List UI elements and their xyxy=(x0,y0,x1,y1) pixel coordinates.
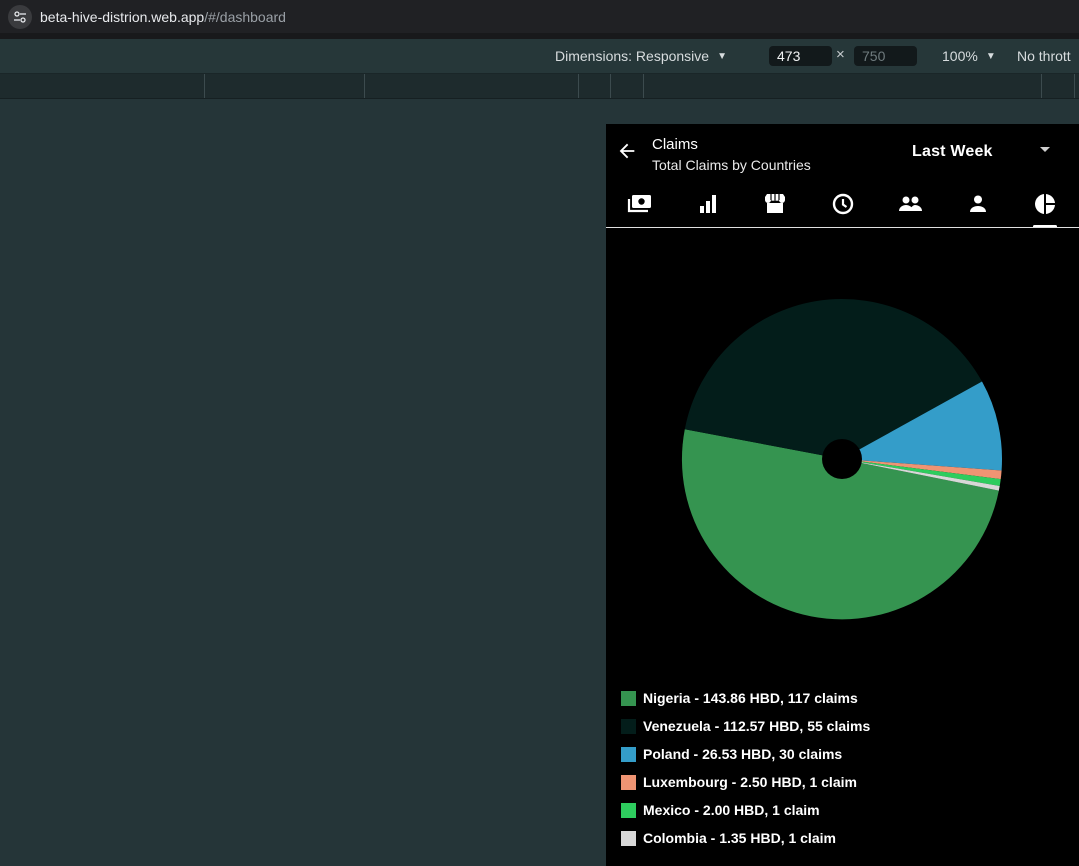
caret-down-icon: ▼ xyxy=(985,50,996,62)
times-icon: × xyxy=(836,46,845,63)
chart-legend: Nigeria - 143.86 HBD, 117 claims Venezuel… xyxy=(621,684,870,852)
pie-chart xyxy=(681,299,1003,620)
dimensions-label: Dimensions: Responsive xyxy=(555,48,710,64)
zoom-dropdown[interactable]: 100% ▼ xyxy=(942,39,996,73)
ruler-tick xyxy=(364,74,365,98)
site-settings-icon[interactable] xyxy=(8,4,32,29)
page-title: Claims xyxy=(652,136,698,153)
app-bar: Claims Total Claims by Countries Last We… xyxy=(606,124,1079,228)
media-query-ruler[interactable] xyxy=(0,74,1079,99)
height-input[interactable]: 750 xyxy=(854,46,917,66)
legend-item: Nigeria - 143.86 HBD, 117 claims xyxy=(621,684,870,712)
legend-label: Nigeria - 143.86 HBD, 117 claims xyxy=(643,690,858,706)
url-host: beta-hive-distrion.web.app xyxy=(40,8,205,25)
ruler-tick xyxy=(204,74,205,98)
pie-center xyxy=(822,439,862,479)
tab-pie-chart[interactable] xyxy=(1015,184,1075,224)
legend-label: Venezuela - 112.57 HBD, 55 claims xyxy=(643,718,871,734)
ruler-tick xyxy=(1041,74,1042,98)
caret-down-icon: ▼ xyxy=(717,50,727,62)
browser-address-bar: beta-hive-distrion.web.app/#/dashboard xyxy=(0,0,1079,33)
ruler-tick xyxy=(1074,74,1075,98)
dimensions-dropdown[interactable]: Dimensions: Responsive ▼ xyxy=(555,39,727,73)
device-toolbar: Dimensions: Responsive ▼ 473 × 750 100% … xyxy=(0,39,1079,74)
legend-item: Colombia - 1.35 HBD, 1 claim xyxy=(621,824,870,852)
legend-label: Mexico - 2.00 HBD, 1 claim xyxy=(643,802,820,818)
ruler-tick xyxy=(578,74,579,98)
legend-label: Poland - 26.53 HBD, 30 claims xyxy=(643,746,843,762)
legend-item: Poland - 26.53 HBD, 30 claims xyxy=(621,740,870,768)
width-input[interactable]: 473 xyxy=(769,46,832,66)
legend-swatch xyxy=(621,690,636,706)
throttle-label: No thrott xyxy=(1017,48,1071,64)
zoom-label: 100% xyxy=(942,48,978,64)
legend-item: Mexico - 2.00 HBD, 1 claim xyxy=(621,796,870,824)
person-icon xyxy=(967,193,989,215)
url-path: /#/dashboard xyxy=(204,8,286,25)
tab-store[interactable] xyxy=(745,184,805,224)
back-arrow-icon[interactable] xyxy=(616,140,638,162)
legend-swatch xyxy=(621,774,636,790)
legend-label: Colombia - 1.35 HBD, 1 claim xyxy=(643,830,836,846)
tab-history[interactable] xyxy=(813,184,873,224)
ruler-tick xyxy=(610,74,611,98)
payments-icon xyxy=(627,192,653,216)
legend-swatch xyxy=(621,718,636,734)
url-text[interactable]: beta-hive-distrion.web.app/#/dashboard xyxy=(40,9,286,25)
store-icon xyxy=(763,192,787,216)
ruler-tick xyxy=(643,74,644,98)
tab-bar xyxy=(606,184,1079,228)
caret-down-icon[interactable] xyxy=(1040,147,1050,152)
tab-bar-chart[interactable] xyxy=(678,184,738,224)
clock-icon xyxy=(831,192,855,216)
tab-group[interactable] xyxy=(880,184,940,224)
legend-item: Venezuela - 112.57 HBD, 55 claims xyxy=(621,712,870,740)
pie-chart-icon xyxy=(1033,192,1057,216)
group-icon xyxy=(897,193,923,215)
legend-swatch xyxy=(621,746,636,762)
legend-item: Luxembourg - 2.50 HBD, 1 claim xyxy=(621,768,870,796)
page-subtitle: Total Claims by Countries xyxy=(652,157,811,173)
range-dropdown[interactable]: Last Week xyxy=(912,143,993,161)
bar-chart-icon xyxy=(697,193,719,215)
throttle-dropdown[interactable]: No thrott xyxy=(1017,39,1071,73)
tab-person[interactable] xyxy=(948,184,1008,224)
legend-swatch xyxy=(621,802,636,818)
tab-payments[interactable] xyxy=(610,184,670,224)
device-viewport: Claims Total Claims by Countries Last We… xyxy=(606,124,1079,866)
legend-swatch xyxy=(621,830,636,846)
legend-label: Luxembourg - 2.50 HBD, 1 claim xyxy=(643,774,857,790)
